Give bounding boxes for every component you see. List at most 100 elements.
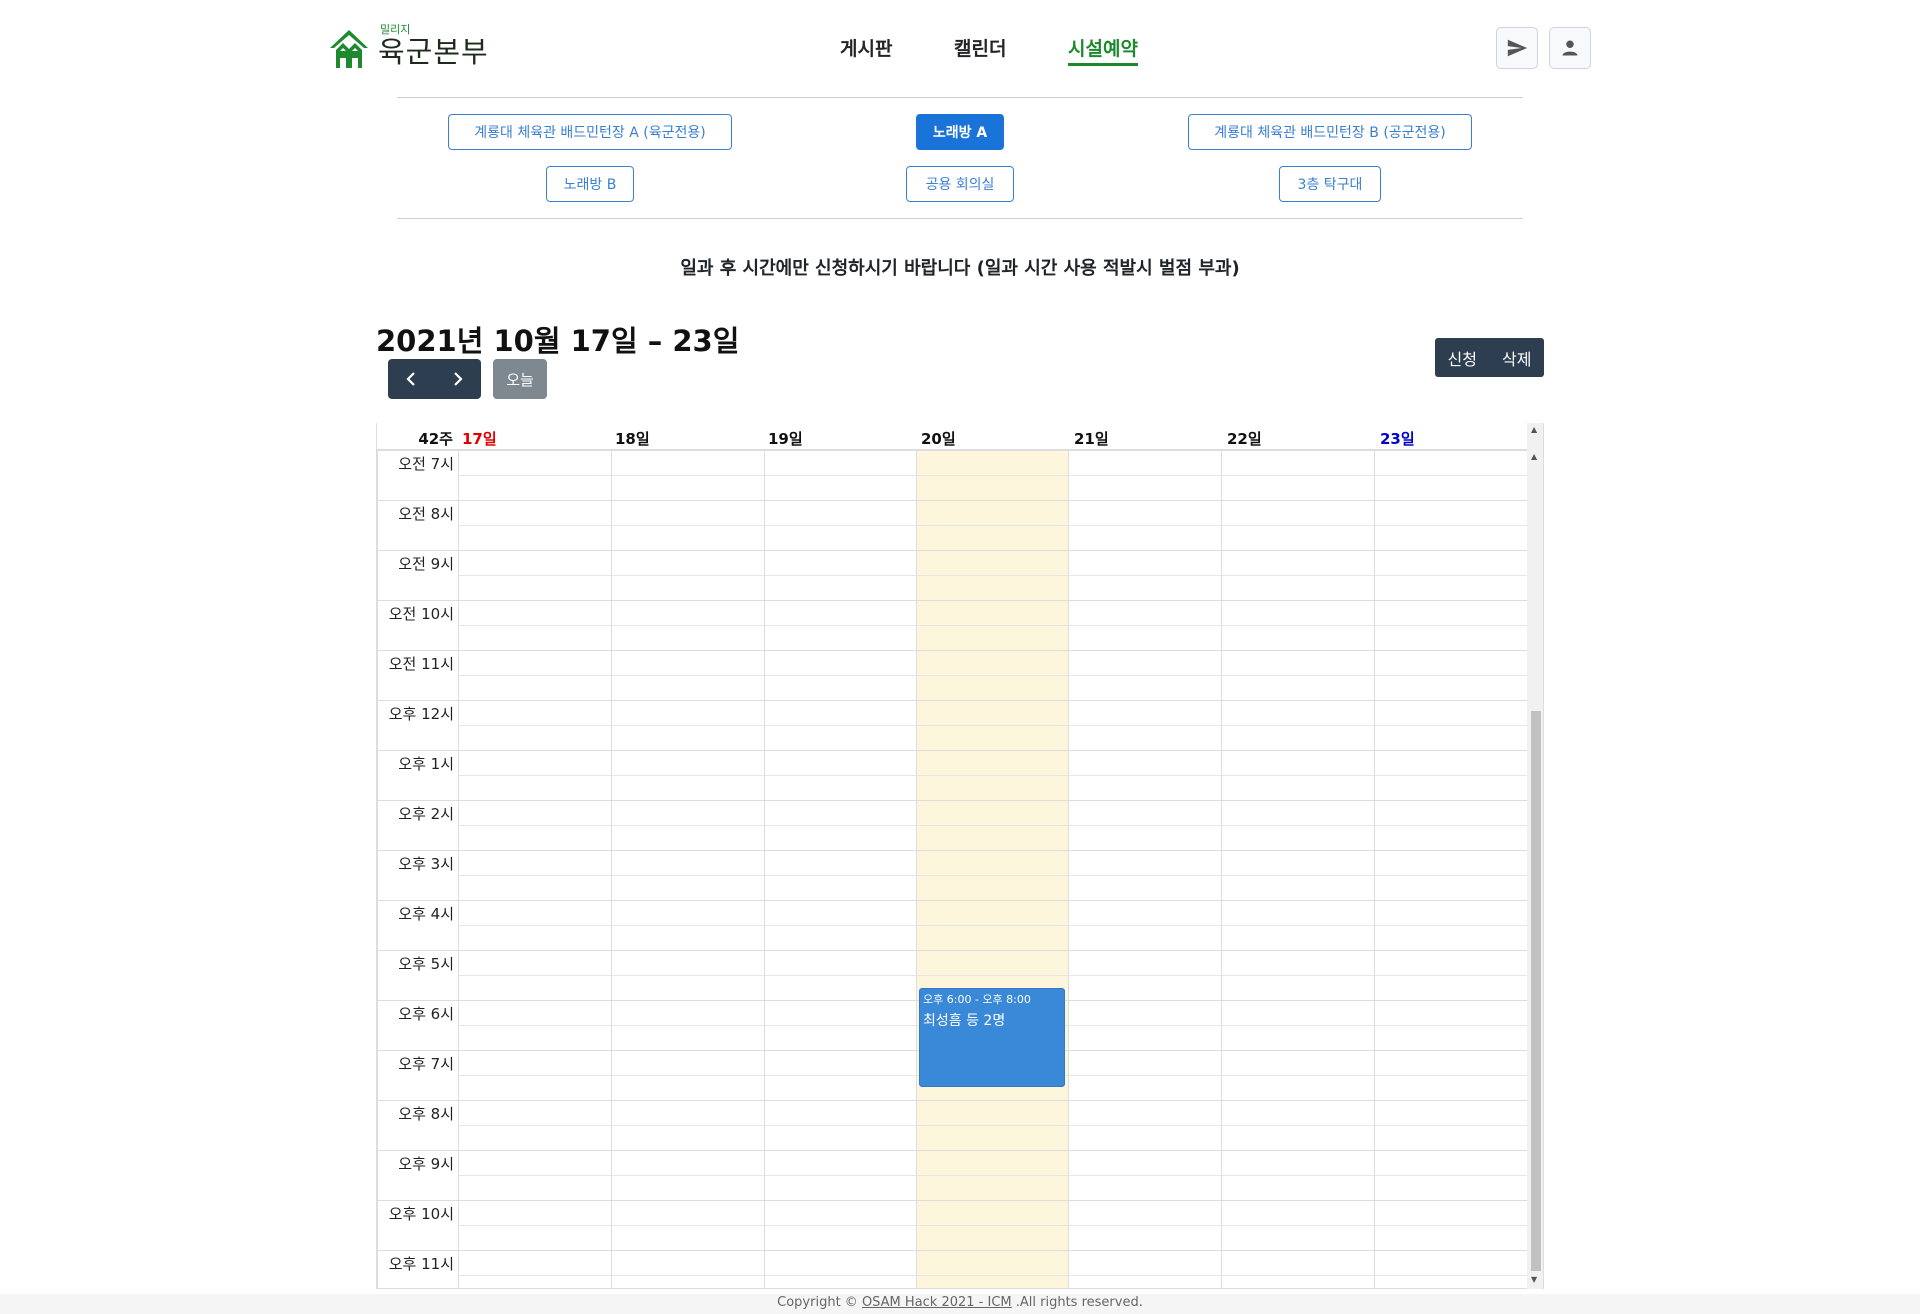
facility-karaoke-b[interactable]: 노래방 B — [546, 166, 634, 202]
facility-meeting-room[interactable]: 공용 회의실 — [906, 166, 1014, 202]
week-calendar: 42주 17일 18일 19일 20일 21일 22일 23일 오전 7시 오전 … — [376, 423, 1544, 1289]
usage-notice: 일과 후 시간에만 신청하시기 바랍니다 (일과 시간 사용 적발시 벌점 부과… — [680, 258, 1240, 279]
hour-line — [377, 500, 1527, 501]
apply-button[interactable]: 신청 — [1435, 338, 1490, 377]
hour-line — [377, 600, 1527, 601]
hour-line — [377, 800, 1527, 801]
hour-label: 오후 4시 — [398, 905, 454, 923]
reservation-event[interactable]: 오후 6:00 - 오후 8:00 최성흠 등 2명 — [919, 988, 1065, 1087]
hour-line — [377, 550, 1527, 551]
hour-label: 오후 8시 — [398, 1105, 454, 1123]
half-hour-line — [459, 775, 1527, 776]
calendar-header: 42주 17일 18일 19일 20일 21일 22일 23일 — [377, 423, 1527, 450]
scroll-down-arrow-icon[interactable]: ▼ — [1531, 1275, 1537, 1284]
delete-button[interactable]: 삭제 — [1490, 338, 1545, 377]
facility-badminton-b[interactable]: 계룡대 체육관 배드민턴장 B (공군전용) — [1188, 114, 1472, 150]
date-range-title: 2021년 10월 17일 – 23일 — [376, 324, 740, 358]
nav-calendar[interactable]: 캘린더 — [954, 34, 1006, 61]
half-hour-line — [459, 625, 1527, 626]
hour-line — [377, 1150, 1527, 1151]
hour-label: 오전 11시 — [388, 655, 454, 673]
hour-line — [377, 1200, 1527, 1201]
hour-label: 오후 12시 — [388, 705, 454, 723]
half-hour-line — [459, 875, 1527, 876]
next-week-button[interactable] — [435, 359, 482, 399]
facility-badminton-a[interactable]: 계룡대 체육관 배드민턴장 A (육군전용) — [448, 114, 732, 150]
half-hour-line — [459, 825, 1527, 826]
scroll-up-arrow-icon-2[interactable]: ▲ — [1531, 452, 1537, 461]
scroll-up-arrow-icon[interactable]: ▲ — [1531, 425, 1537, 434]
hour-label: 오후 1시 — [398, 755, 454, 773]
week-number: 42주 — [418, 430, 453, 448]
half-hour-line — [459, 575, 1527, 576]
half-hour-line — [459, 1125, 1527, 1126]
hour-label: 오후 7시 — [398, 1055, 454, 1073]
hour-label: 오후 6시 — [398, 1005, 454, 1023]
logo[interactable]: 밀리지 육군본부 — [328, 23, 489, 70]
profile-button[interactable] — [1549, 27, 1591, 69]
half-hour-line — [459, 975, 1527, 976]
hour-label: 오후 10시 — [388, 1205, 454, 1223]
half-hour-line — [459, 1225, 1527, 1226]
calendar-time-grid[interactable]: 오전 7시오전 8시오전 9시오전 10시오전 11시오후 12시오후 1시오후… — [377, 450, 1527, 1288]
hour-label: 오후 3시 — [398, 855, 454, 873]
prev-week-button[interactable] — [388, 359, 435, 399]
day-header-23[interactable]: 23일 — [1380, 428, 1415, 449]
hour-label: 오전 8시 — [398, 505, 454, 523]
half-hour-line — [459, 1175, 1527, 1176]
hour-line — [377, 650, 1527, 651]
half-hour-line — [459, 925, 1527, 926]
user-icon — [1562, 40, 1578, 56]
day-header-22[interactable]: 22일 — [1227, 428, 1262, 449]
hour-label: 오후 2시 — [398, 805, 454, 823]
half-hour-line — [459, 675, 1527, 676]
event-title: 최성흠 등 2명 — [923, 1013, 1006, 1029]
send-icon — [1507, 39, 1528, 57]
hour-label: 오후 5시 — [398, 955, 454, 973]
logo-title: 육군본부 — [378, 35, 489, 69]
event-time: 오후 6:00 - 오후 8:00 — [923, 993, 1031, 1006]
nav-facility-reservation[interactable]: 시설예약 — [1068, 34, 1138, 66]
nav-board[interactable]: 게시판 — [840, 34, 892, 61]
logo-subtitle: 밀리지 — [380, 23, 411, 36]
hour-line — [377, 750, 1527, 751]
day-header-21[interactable]: 21일 — [1074, 428, 1109, 449]
send-button[interactable] — [1496, 27, 1538, 69]
half-hour-line — [459, 475, 1527, 476]
hour-label: 오후 11시 — [388, 1255, 454, 1273]
half-hour-line — [459, 1275, 1527, 1276]
day-header-19[interactable]: 19일 — [768, 428, 803, 449]
copyright-suffix: .All rights reserved. — [1011, 1295, 1143, 1310]
calendar-scrollbar[interactable]: ▲ ▲ ▼ — [1527, 423, 1543, 1289]
half-hour-line — [459, 725, 1527, 726]
scroll-thumb[interactable] — [1531, 711, 1541, 1271]
day-header-18[interactable]: 18일 — [615, 428, 650, 449]
hour-label: 오전 7시 — [398, 455, 454, 473]
hour-line — [377, 700, 1527, 701]
hour-line — [377, 850, 1527, 851]
action-group: 신청 삭제 — [1435, 338, 1544, 377]
hour-line — [377, 1250, 1527, 1251]
today-button[interactable]: 오늘 — [493, 359, 547, 399]
hour-line — [377, 450, 1527, 451]
day-header-20[interactable]: 20일 — [921, 428, 956, 449]
footer: Copyright © OSAM Hack 2021 - ICM .All ri… — [0, 1294, 1920, 1314]
facility-ping-pong[interactable]: 3층 탁구대 — [1279, 166, 1381, 202]
chevron-left-icon — [406, 372, 416, 386]
divider-top — [397, 97, 1523, 98]
hour-line — [377, 950, 1527, 951]
chevron-right-icon — [453, 372, 463, 386]
hour-label: 오전 9시 — [398, 555, 454, 573]
day-header-17[interactable]: 17일 — [462, 428, 497, 449]
grid-lines — [377, 450, 1527, 1288]
copyright-prefix: Copyright © — [777, 1295, 862, 1310]
hour-line — [377, 1100, 1527, 1101]
prev-next-group — [388, 359, 481, 399]
hour-label: 오전 10시 — [388, 605, 454, 623]
facility-karaoke-a[interactable]: 노래방 A — [916, 114, 1004, 150]
hour-line — [377, 900, 1527, 901]
hour-label: 오후 9시 — [398, 1155, 454, 1173]
divider-bottom — [397, 218, 1523, 219]
footer-link[interactable]: OSAM Hack 2021 - ICM — [862, 1295, 1012, 1310]
half-hour-line — [459, 525, 1527, 526]
